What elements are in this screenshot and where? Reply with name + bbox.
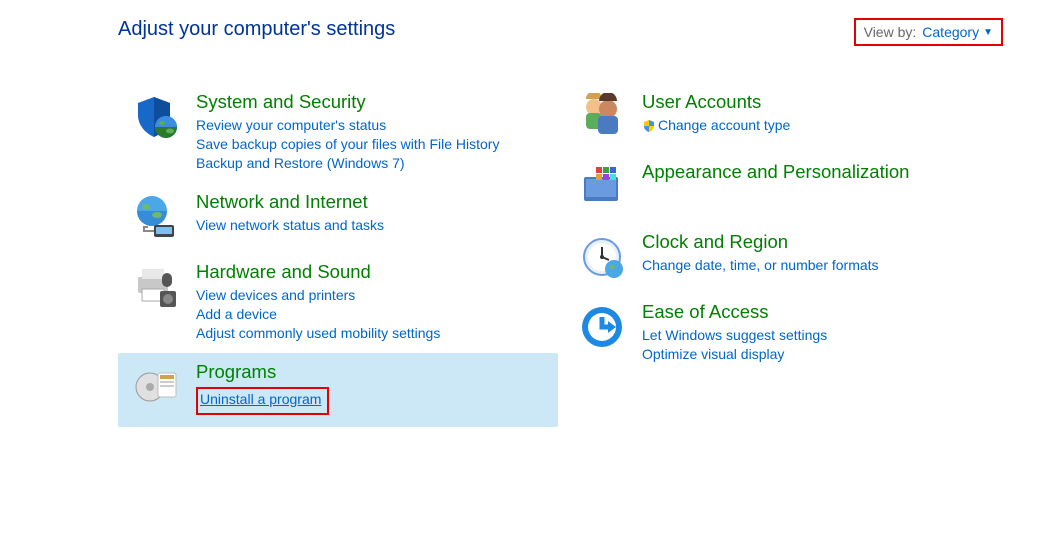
clock-icon <box>572 233 632 281</box>
page-title: Adjust your computer's settings <box>118 18 395 41</box>
uac-shield-icon <box>642 119 656 133</box>
category-clock-region: Clock and Region Change date, time, or n… <box>564 223 934 293</box>
category-title-hardware[interactable]: Hardware and Sound <box>196 261 440 283</box>
category-title-system-security[interactable]: System and Security <box>196 91 499 113</box>
link-review-status[interactable]: Review your computer's status <box>196 117 499 133</box>
category-network-internet: Network and Internet View network status… <box>118 183 558 253</box>
uninstall-highlight: Uninstall a program <box>196 387 329 415</box>
category-title-programs[interactable]: Programs <box>196 361 329 383</box>
link-file-history[interactable]: Save backup copies of your files with Fi… <box>196 136 499 152</box>
link-devices-printers[interactable]: View devices and printers <box>196 287 440 303</box>
category-title-ease-of-access[interactable]: Ease of Access <box>642 301 827 323</box>
category-system-security: System and Security Review your computer… <box>118 83 558 183</box>
category-ease-of-access: Ease of Access Let Windows suggest setti… <box>564 293 934 374</box>
link-optimize-display[interactable]: Optimize visual display <box>642 346 827 362</box>
category-appearance: Appearance and Personalization <box>564 153 934 223</box>
link-change-account-type[interactable]: Change account type <box>642 117 790 133</box>
link-add-device[interactable]: Add a device <box>196 306 440 322</box>
category-title-appearance[interactable]: Appearance and Personalization <box>642 161 909 183</box>
programs-icon <box>126 363 186 411</box>
shield-icon <box>126 93 186 141</box>
category-title-clock-region[interactable]: Clock and Region <box>642 231 879 253</box>
link-backup-restore[interactable]: Backup and Restore (Windows 7) <box>196 155 499 171</box>
link-suggest-settings[interactable]: Let Windows suggest settings <box>642 327 827 343</box>
ease-of-access-icon <box>572 303 632 351</box>
printer-icon <box>126 263 186 311</box>
link-uninstall-program[interactable]: Uninstall a program <box>200 391 321 407</box>
category-title-user-accounts[interactable]: User Accounts <box>642 91 790 113</box>
appearance-icon <box>572 163 632 211</box>
category-programs: Programs Uninstall a program <box>118 353 558 427</box>
link-mobility-settings[interactable]: Adjust commonly used mobility settings <box>196 325 440 341</box>
category-title-network[interactable]: Network and Internet <box>196 191 384 213</box>
view-by-dropdown[interactable]: Category <box>922 24 979 40</box>
category-hardware-sound: Hardware and Sound View devices and prin… <box>118 253 558 353</box>
view-by-highlight: View by: Category ▼ <box>854 18 1003 46</box>
link-date-time-formats[interactable]: Change date, time, or number formats <box>642 257 879 273</box>
user-accounts-icon <box>572 93 632 141</box>
view-by-label: View by: <box>864 24 917 40</box>
dropdown-arrow-icon[interactable]: ▼ <box>983 27 993 38</box>
globe-icon <box>126 193 186 241</box>
category-user-accounts: User Accounts Change account type <box>564 83 934 153</box>
link-network-status[interactable]: View network status and tasks <box>196 217 384 233</box>
